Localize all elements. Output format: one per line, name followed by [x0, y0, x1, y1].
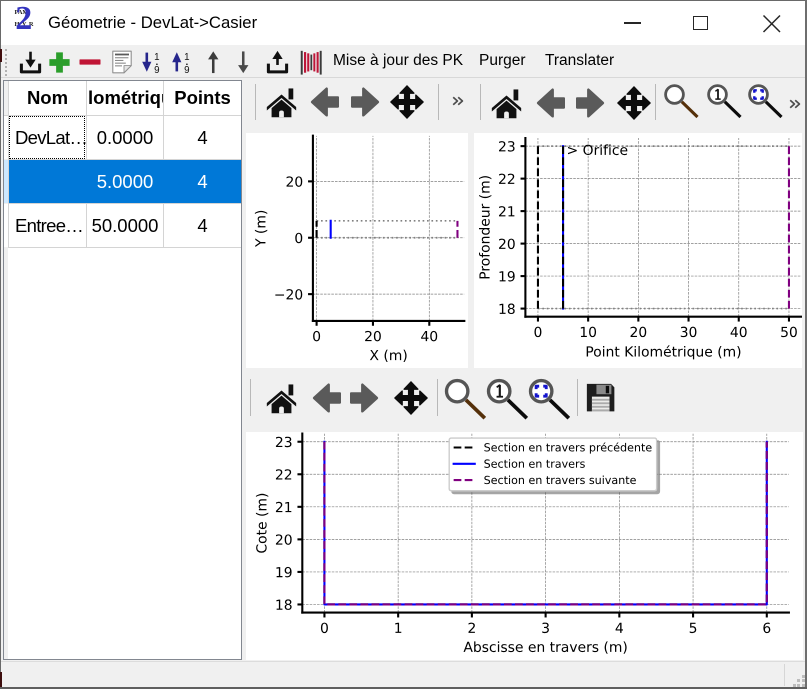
svg-text:1: 1	[154, 52, 159, 63]
svg-text:1: 1	[184, 52, 189, 63]
svg-text:9: 9	[154, 65, 159, 74]
svg-text:9: 9	[184, 65, 189, 74]
